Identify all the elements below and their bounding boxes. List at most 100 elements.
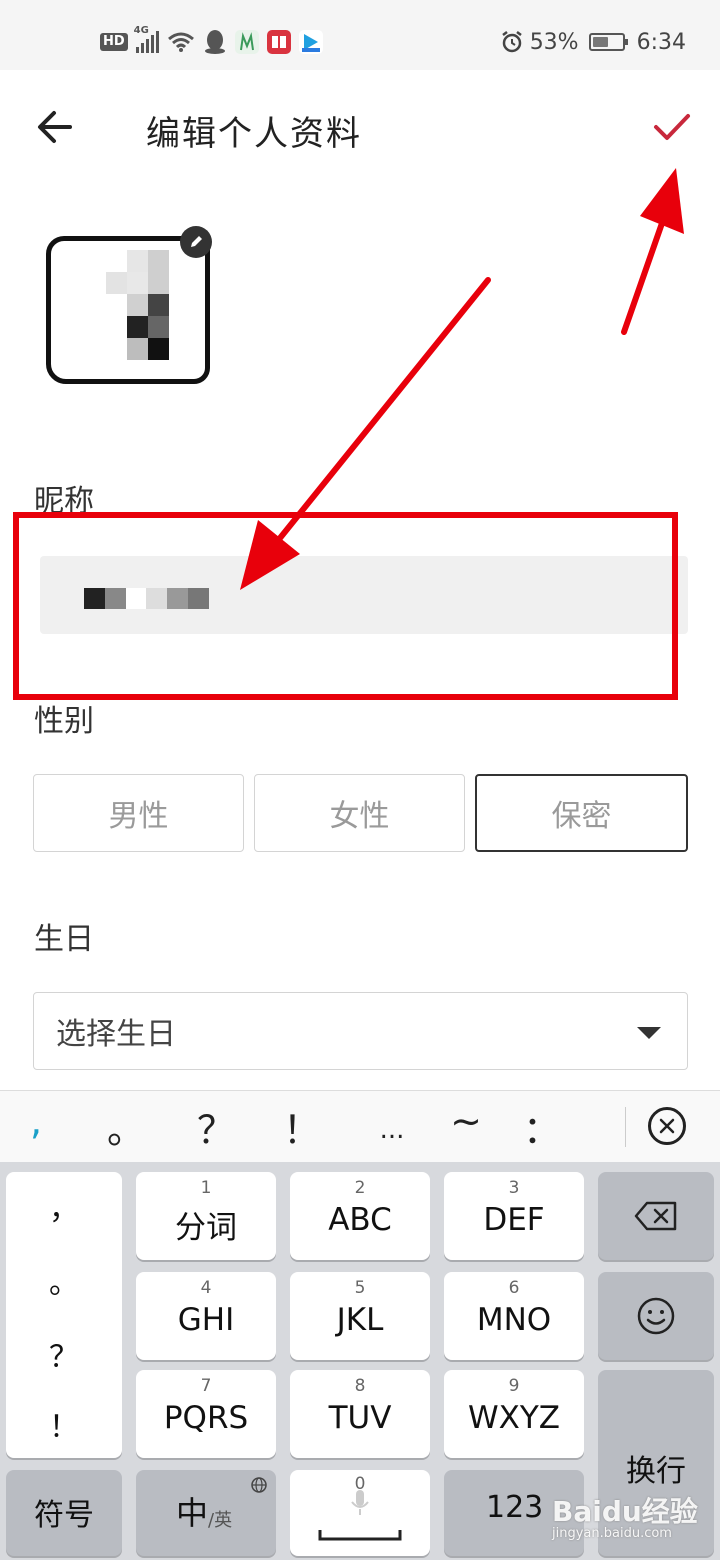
app-header: 编辑个人资料 (0, 70, 720, 186)
signal-icon: 4G (134, 25, 159, 53)
nickname-field[interactable] (40, 556, 688, 634)
key-5[interactable]: 5 JKL (290, 1272, 430, 1360)
close-icon (659, 1118, 675, 1134)
emoji-key[interactable] (598, 1272, 714, 1360)
gender-options: 男性 女性 保密 (33, 774, 688, 852)
gender-female-option[interactable]: 女性 (254, 774, 465, 852)
numbers-key-label: 123 (486, 1490, 544, 1525)
key-label: WXYZ (467, 1400, 561, 1436)
key-3[interactable]: 3 DEF (444, 1172, 584, 1260)
numbers-key[interactable]: 123 (444, 1470, 584, 1556)
key-6[interactable]: 6 MNO (444, 1272, 584, 1360)
annotation-arrow-to-field (240, 277, 491, 590)
key-4[interactable]: 4 GHI (136, 1272, 276, 1360)
key-number: 7 (200, 1376, 212, 1396)
punct-key-ellipsis[interactable]: ... (372, 1115, 412, 1145)
wifi-icon (167, 32, 194, 52)
gender-private-option[interactable]: 保密 (475, 774, 688, 852)
network-type-badge: 4G (133, 25, 149, 36)
battery-icon (588, 33, 628, 51)
keyboard-close-button[interactable] (648, 1107, 686, 1145)
punct-key-exclaim[interactable]: ！ (282, 1099, 322, 1154)
key-2[interactable]: 2 ABC (290, 1172, 430, 1260)
key-label: 分词 (175, 1210, 237, 1246)
key-number: 2 (354, 1178, 366, 1198)
key-9[interactable]: 9 WXYZ (444, 1370, 584, 1458)
keyboard-punctuation-row: , 。 ？ ！ ... ~ ： (0, 1090, 720, 1162)
alarm-icon (501, 31, 522, 53)
key-label: GHI (177, 1302, 235, 1338)
key-label: PQRS (163, 1400, 249, 1436)
clock-time: 6:34 (636, 29, 686, 55)
punct-key-colon[interactable]: ： (522, 1099, 562, 1154)
side-key-period[interactable]: 。 (6, 1258, 122, 1302)
status-left-icons: HD 4G (100, 25, 323, 58)
punct-key-question[interactable]: ？ (196, 1099, 236, 1154)
birthday-select[interactable]: 选择生日 (33, 992, 688, 1070)
side-key-question[interactable]: ？ (6, 1332, 122, 1376)
key-number: 4 (200, 1278, 212, 1298)
space-key[interactable]: 0 (290, 1470, 430, 1556)
key-label: JKL (336, 1302, 384, 1338)
arrow-left-icon (38, 111, 72, 143)
key-8[interactable]: 8 TUV (290, 1370, 430, 1458)
keyboard: ， 。 ？ ！ 1 分词 2 ABC 3 DEF 4 GHI 5 JKL 6 M… (0, 1162, 720, 1560)
page-title: 编辑个人资料 (146, 114, 362, 154)
key-label: TUV (328, 1400, 392, 1436)
gender-label: 性别 (34, 704, 94, 739)
backspace-icon (634, 1201, 677, 1231)
back-button[interactable] (30, 104, 80, 150)
key-label: ABC (328, 1202, 392, 1238)
smiley-icon (637, 1297, 675, 1335)
book-app-icon (266, 30, 291, 54)
key-number: 1 (200, 1178, 212, 1198)
space-bar-icon (318, 1530, 402, 1541)
globe-icon (251, 1477, 267, 1493)
key-label: MNO (476, 1302, 552, 1338)
punct-key-tilde[interactable]: ~ (446, 1099, 486, 1143)
lang-key-sub: /英 (208, 1510, 233, 1531)
check-icon (654, 114, 690, 140)
key-label: DEF (483, 1202, 545, 1238)
key-number: 9 (508, 1376, 520, 1396)
video-app-icon (298, 30, 323, 54)
punct-row-divider (625, 1107, 626, 1147)
confirm-button[interactable] (646, 104, 696, 150)
app-icon (234, 30, 259, 54)
enter-key[interactable]: 换行 (598, 1370, 714, 1556)
avatar[interactable] (46, 236, 210, 384)
hd-badge: HD (100, 33, 128, 51)
key-number: 3 (508, 1178, 520, 1198)
symbols-key[interactable]: 符号 (6, 1470, 122, 1556)
punct-key-comma[interactable]: , (16, 1099, 56, 1143)
enter-key-label: 换行 (626, 1454, 686, 1489)
microphone-icon (351, 1490, 369, 1515)
avatar-edit-button[interactable] (180, 226, 212, 258)
punct-key-period[interactable]: 。 (106, 1099, 146, 1154)
avatar-image (106, 250, 190, 362)
nickname-value-blurred (84, 588, 209, 609)
key-number: 8 (354, 1376, 366, 1396)
key-7[interactable]: 7 PQRS (136, 1370, 276, 1458)
annotation-arrow-to-confirm (621, 168, 684, 335)
gender-male-option[interactable]: 男性 (33, 774, 244, 852)
side-key-exclaim[interactable]: ！ (6, 1402, 122, 1446)
qq-icon (204, 30, 225, 54)
backspace-key[interactable] (598, 1172, 714, 1260)
status-right-icons: 53% 6:34 (500, 26, 686, 58)
symbols-key-label: 符号 (34, 1498, 94, 1533)
pencil-icon (191, 236, 202, 247)
key-1[interactable]: 1 分词 (136, 1172, 276, 1260)
birthday-label: 生日 (34, 922, 94, 957)
key-number: 6 (508, 1278, 520, 1298)
birthday-placeholder: 选择生日 (56, 1017, 176, 1052)
key-number: 5 (354, 1278, 366, 1298)
nickname-label: 昵称 (34, 484, 94, 519)
status-bar: HD 4G 53% 6:34 (0, 0, 720, 70)
caret-down-icon (637, 1027, 661, 1039)
battery-percent: 53% (529, 29, 579, 55)
side-key-comma[interactable]: ， (6, 1184, 122, 1228)
lang-key-main: 中 (176, 1494, 209, 1532)
language-switch-key[interactable]: 中 /英 (136, 1470, 276, 1556)
side-punct-column[interactable]: ， 。 ？ ！ (6, 1172, 122, 1458)
